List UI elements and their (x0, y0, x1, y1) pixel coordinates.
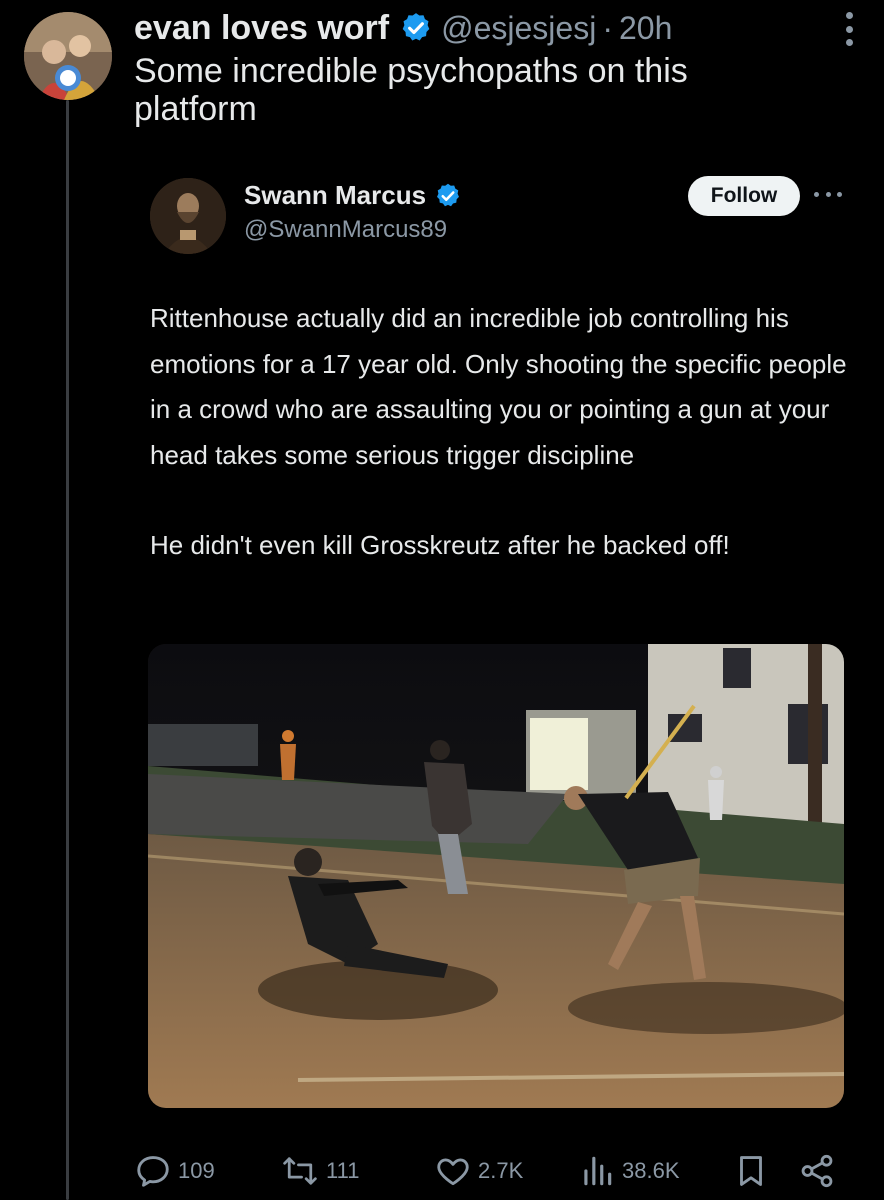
reply-icon (134, 1152, 172, 1190)
share-button[interactable] (798, 1148, 836, 1194)
more-icon[interactable] (844, 12, 854, 46)
repost-icon (280, 1152, 320, 1190)
share-icon (798, 1152, 836, 1190)
repost-button[interactable]: 111 (280, 1148, 359, 1194)
quote-paragraph: Rittenhouse actually did an incredible j… (150, 303, 847, 470)
tweet-actions: 109 111 2.7K 38.6K (134, 1148, 834, 1194)
quote-display-name[interactable]: Swann Marcus (244, 180, 426, 211)
tweet-text: Some incredible psychopaths on this plat… (134, 52, 688, 128)
tweet-header: evan loves worf @esjesjesj · 20h (134, 6, 864, 50)
author-avatar[interactable] (24, 12, 112, 100)
bookmark-icon (732, 1152, 770, 1190)
heart-icon (434, 1152, 472, 1190)
reply-button[interactable]: 109 (134, 1148, 215, 1194)
separator-dot: · (602, 9, 613, 46)
quote-author-name-row: Swann Marcus (244, 180, 462, 211)
quote-paragraph: He didn't even kill Grosskreutz after he… (150, 530, 730, 560)
author-handle[interactable]: @esjesjesj (441, 10, 596, 47)
tweet-timestamp[interactable]: 20h (619, 10, 672, 47)
like-button[interactable]: 2.7K (434, 1148, 523, 1194)
views-icon (578, 1152, 616, 1190)
author-display-name[interactable]: evan loves worf (134, 9, 389, 48)
reply-count: 109 (178, 1158, 215, 1183)
quote-handle[interactable]: @SwannMarcus89 (244, 216, 447, 244)
follow-button[interactable]: Follow (688, 176, 800, 216)
thread-line (66, 100, 69, 1200)
verified-badge-icon (399, 11, 433, 45)
quote-more-icon[interactable] (814, 192, 842, 198)
like-count: 2.7K (478, 1158, 524, 1183)
quote-author-avatar[interactable] (150, 178, 226, 254)
bookmark-button[interactable] (732, 1148, 770, 1194)
quote-text: Rittenhouse actually did an incredible j… (150, 296, 850, 569)
quote-media-image[interactable] (148, 644, 844, 1108)
views-count: 38.6K (622, 1158, 680, 1183)
verified-badge-icon (434, 182, 462, 210)
repost-count: 111 (326, 1158, 360, 1183)
views-button[interactable]: 38.6K (578, 1148, 680, 1194)
